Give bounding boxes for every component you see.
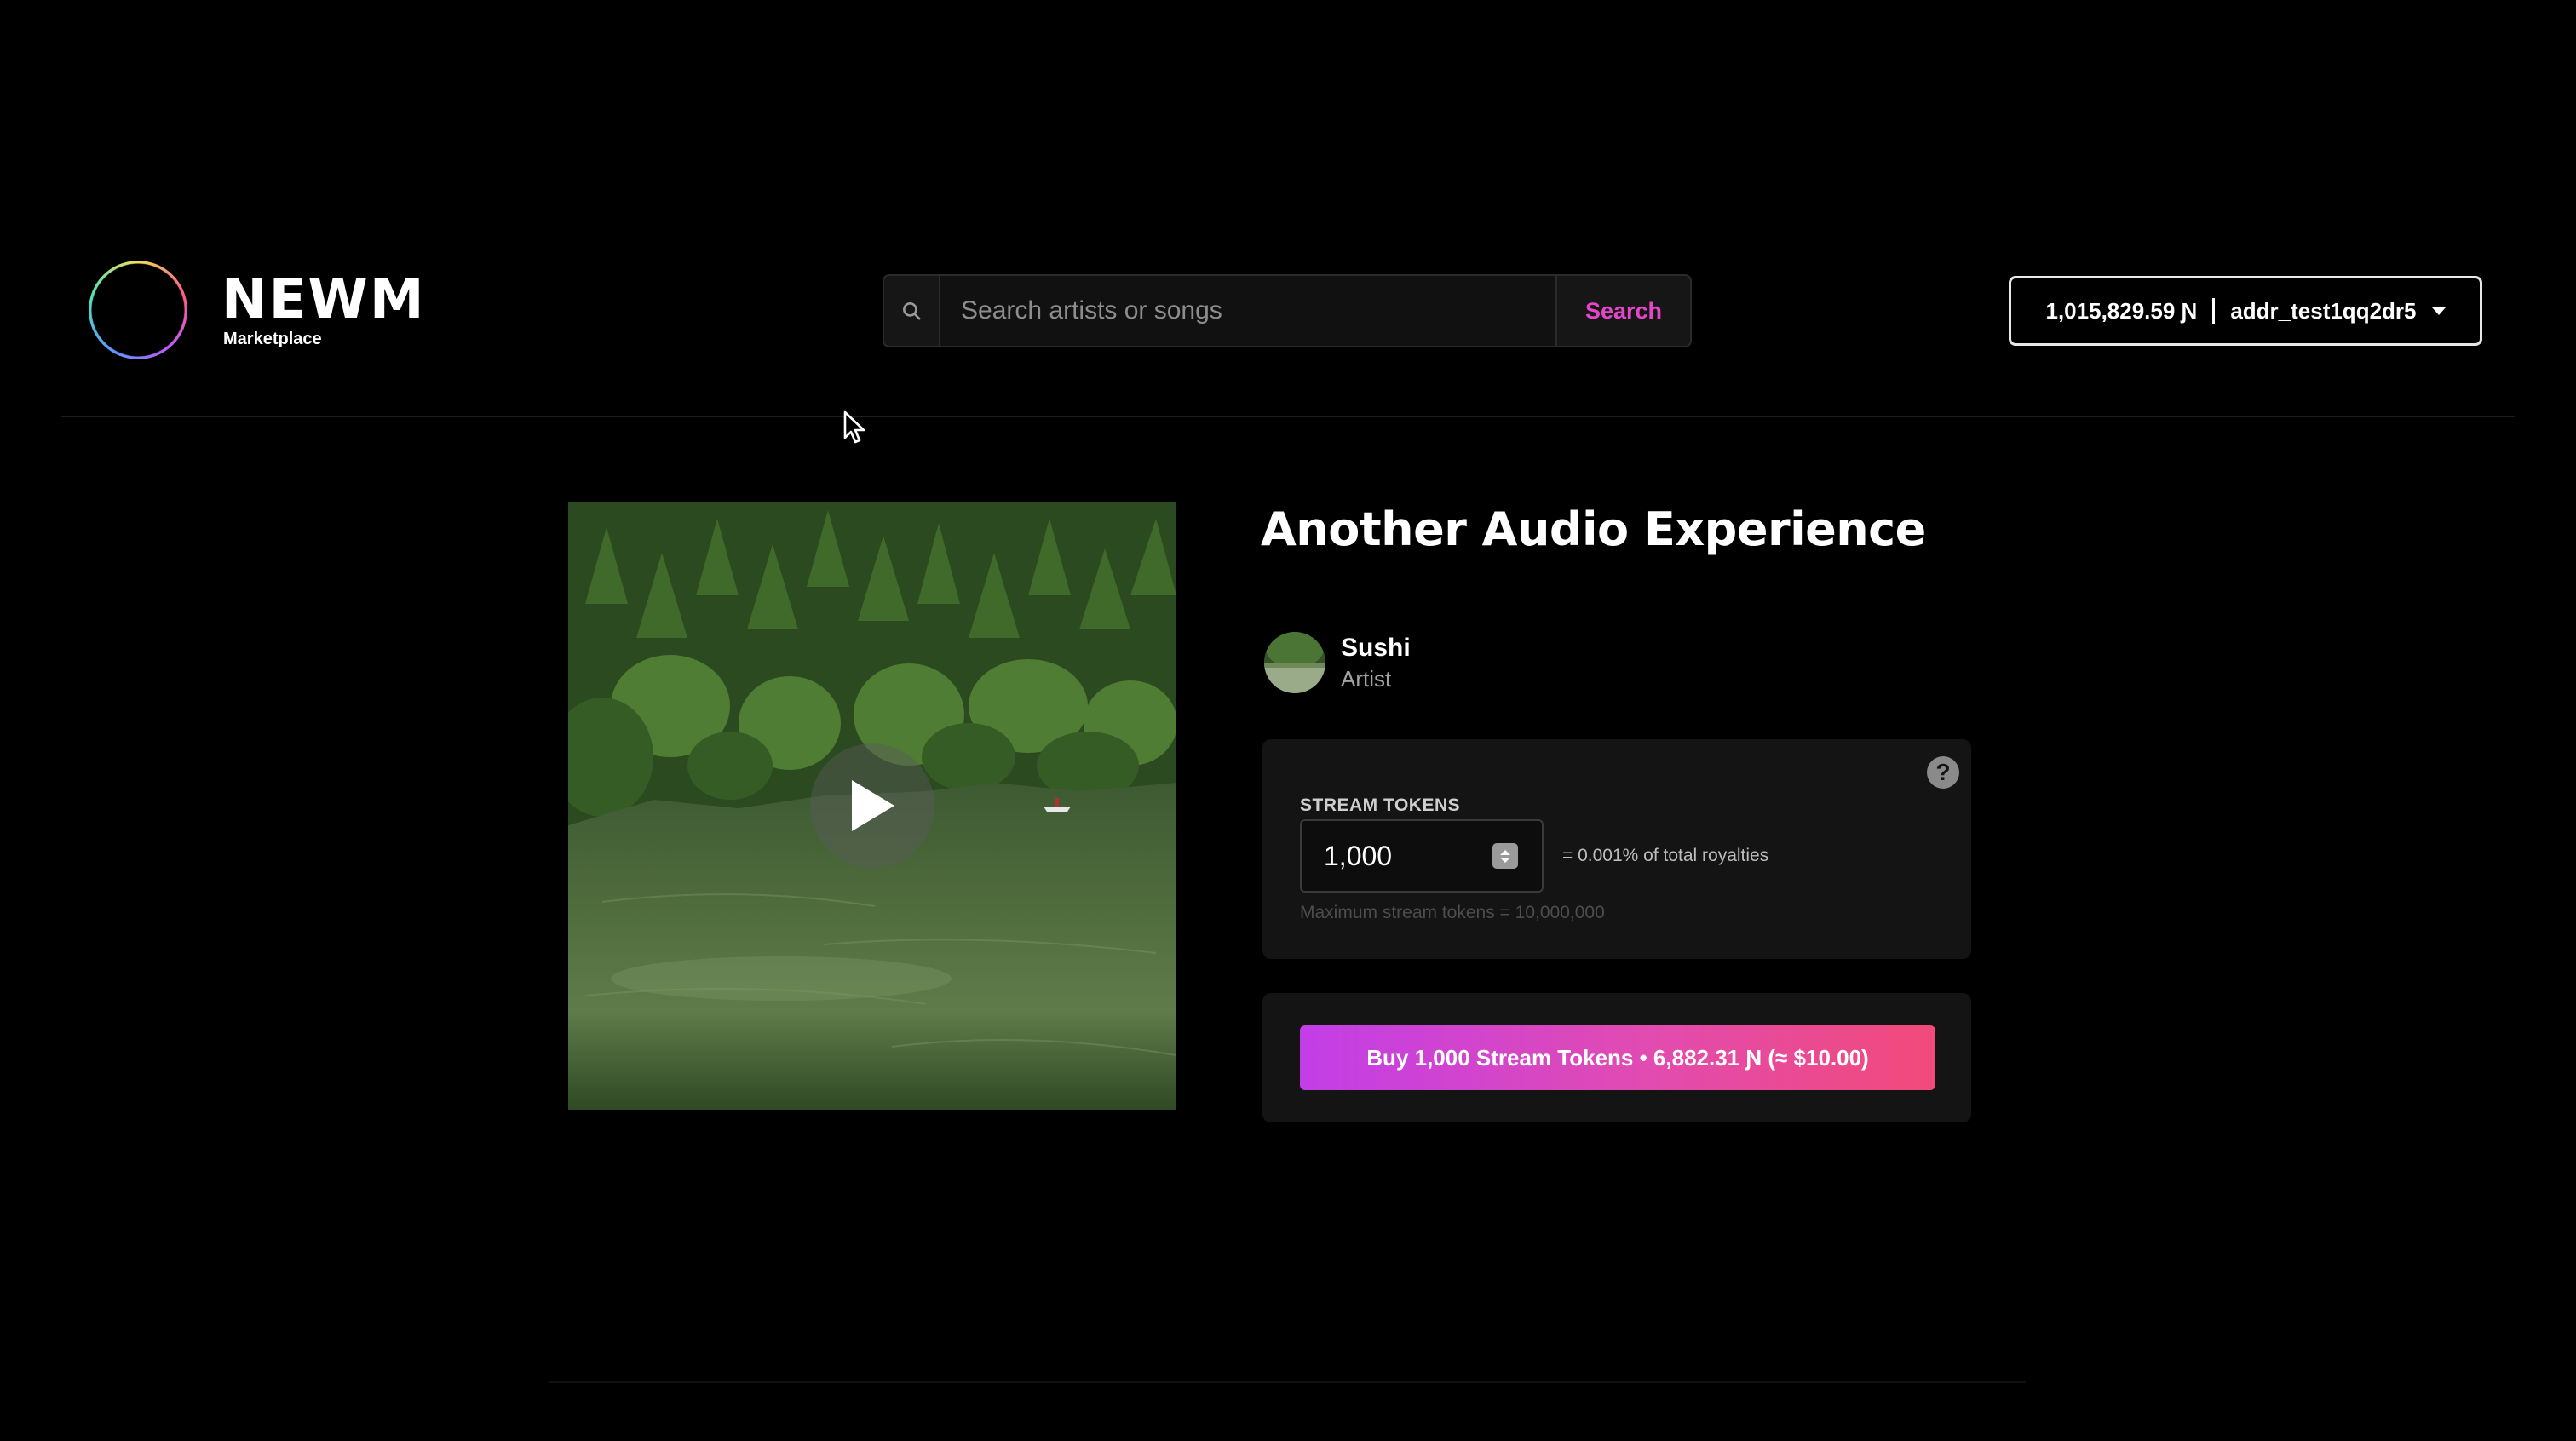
artist-name: Sushi	[1341, 633, 1411, 662]
wallet-dropdown[interactable]: 1,015,829.59 Ɲ addr_test1qq2dr5	[2009, 276, 2482, 346]
header-divider	[61, 416, 2515, 417]
stream-tokens-label: STREAM TOKENS	[1300, 795, 1461, 815]
artist-info: Sushi Artist	[1341, 634, 1411, 692]
artist-role: Artist	[1341, 665, 1392, 692]
search-input[interactable]	[940, 276, 1555, 346]
wallet-separator	[2212, 298, 2216, 324]
stepper-up-icon[interactable]	[1500, 849, 1510, 855]
wallet-balance: 1,015,829.59 Ɲ	[2045, 297, 2198, 324]
play-icon	[852, 780, 894, 831]
quantity-stepper[interactable]	[1492, 843, 1518, 869]
help-icon[interactable]: ?	[1927, 756, 1959, 789]
artist-profile-link[interactable]: Sushi Artist	[1264, 632, 1411, 693]
song-cover-image	[568, 502, 1176, 1110]
artist-avatar	[1264, 632, 1325, 693]
max-tokens-note: Maximum stream tokens = 10,000,000	[1300, 903, 1605, 922]
newm-logo[interactable]: NEWM Marketplace	[89, 261, 426, 359]
logo-wordmark: NEWM	[221, 268, 426, 331]
buy-stream-tokens-button[interactable]: Buy 1,000 Stream Tokens • 6,882.31 Ɲ (≈ …	[1300, 1025, 1935, 1090]
stream-tokens-panel: ? STREAM TOKENS = 0.001% of total royalt…	[1262, 739, 1971, 959]
logo-ring-icon	[89, 261, 187, 359]
play-button[interactable]	[810, 743, 934, 868]
stepper-down-icon[interactable]	[1500, 857, 1510, 863]
search-button[interactable]: Search	[1555, 276, 1690, 346]
buy-panel: Buy 1,000 Stream Tokens • 6,882.31 Ɲ (≈ …	[1262, 993, 1971, 1122]
mouse-cursor-icon	[843, 410, 867, 449]
stream-tokens-field	[1300, 819, 1544, 893]
search-icon	[884, 276, 940, 346]
footer-divider	[549, 1381, 2026, 1383]
song-title: Another Audio Experience	[1261, 502, 1926, 556]
stream-tokens-input[interactable]	[1302, 839, 1492, 873]
chevron-down-icon	[2431, 307, 2446, 315]
logo-text: NEWM Marketplace	[221, 273, 426, 347]
search-bar: Search	[883, 274, 1692, 347]
logo-subtitle: Marketplace	[223, 330, 322, 348]
royalty-percentage-note: = 0.001% of total royalties	[1562, 846, 1769, 865]
wallet-address: addr_test1qq2dr5	[2230, 297, 2417, 324]
